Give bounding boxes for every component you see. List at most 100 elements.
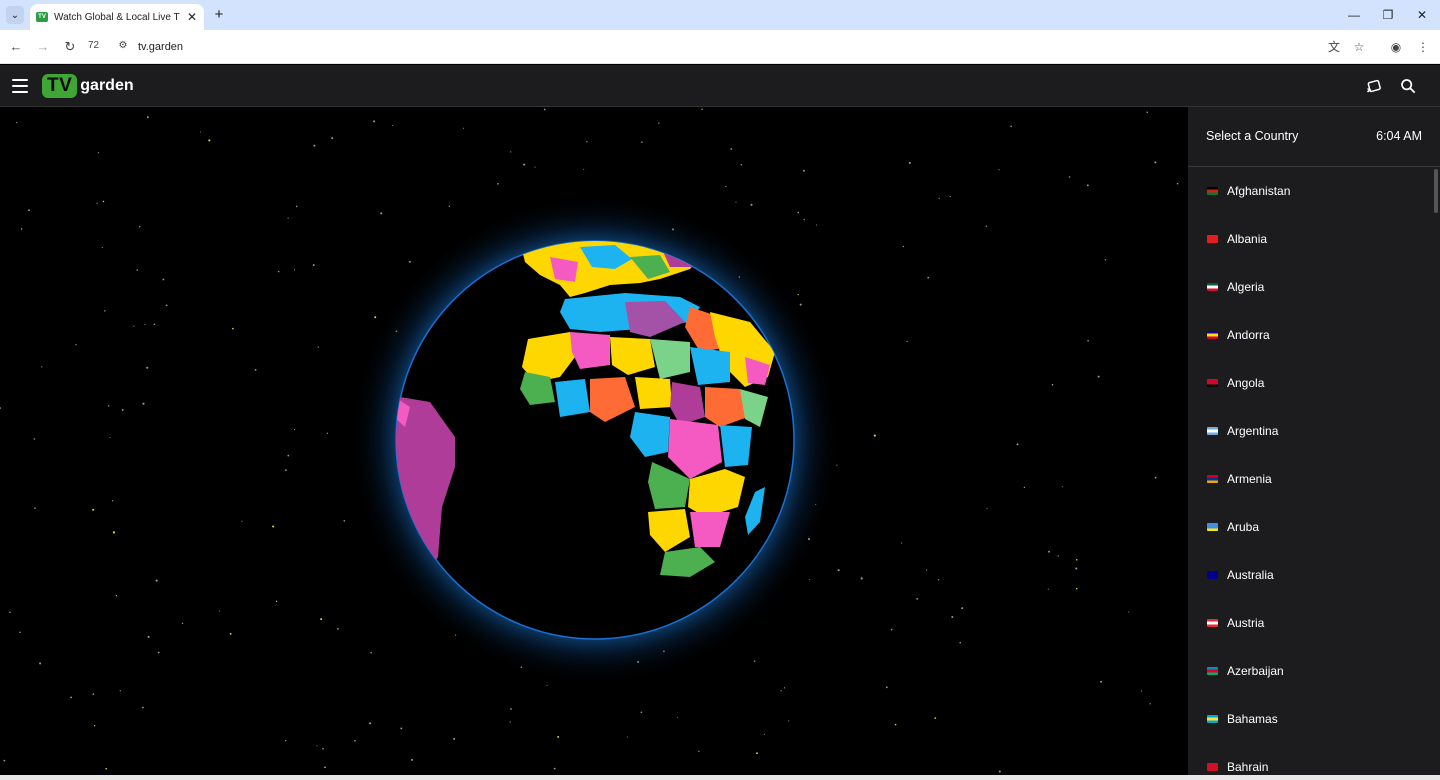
country-item[interactable]: Australia [1188, 551, 1440, 599]
country-item[interactable]: Angola [1188, 359, 1440, 407]
star [142, 402, 145, 405]
star [509, 721, 511, 723]
country-name: Argentina [1227, 424, 1279, 438]
star [1075, 567, 1078, 570]
country-name: Australia [1227, 568, 1274, 582]
star [927, 276, 930, 279]
star [112, 531, 115, 534]
zoom-level[interactable]: 72 [88, 40, 99, 51]
country-item[interactable]: Aruba [1188, 503, 1440, 551]
star [453, 737, 456, 740]
star [97, 152, 100, 154]
country-item[interactable]: Andorra [1188, 311, 1440, 359]
flag-icon [1207, 331, 1218, 339]
country-item[interactable]: Afghanistan [1188, 167, 1440, 215]
hamburger-icon[interactable] [12, 79, 28, 93]
sidebar-scrollbar[interactable] [1434, 169, 1438, 213]
star [121, 408, 124, 411]
country-item[interactable]: Armenia [1188, 455, 1440, 503]
star [370, 651, 372, 654]
logo[interactable]: TV garden [42, 74, 134, 98]
globe-canvas[interactable] [0, 107, 1188, 775]
translate-icon[interactable]: 文 [1325, 38, 1343, 56]
back-icon[interactable]: ← [7, 38, 25, 56]
star [1087, 339, 1089, 342]
star [938, 579, 940, 581]
star [448, 205, 451, 208]
browser-tab[interactable]: TV Watch Global & Local Live TV Channels… [30, 4, 204, 30]
star [153, 323, 156, 326]
forward-icon[interactable]: → [34, 38, 52, 56]
flag-icon [1207, 523, 1218, 531]
star [343, 519, 346, 522]
star [199, 131, 201, 133]
star [725, 185, 727, 188]
star [951, 616, 954, 618]
star [1100, 680, 1103, 683]
profile-icon[interactable]: ◉ [1387, 38, 1405, 56]
star [1076, 559, 1078, 561]
star [1104, 259, 1107, 261]
bookmark-star-icon[interactable]: ☆ [1350, 38, 1368, 56]
star [322, 747, 324, 750]
star [546, 684, 548, 686]
star [320, 618, 323, 621]
flag-icon [1207, 427, 1218, 435]
country-item[interactable]: Albania [1188, 215, 1440, 263]
sidebar-header: Select a Country 6:04 AM [1188, 107, 1440, 167]
flag-icon [1207, 619, 1218, 627]
country-item[interactable]: Azerbaijan [1188, 647, 1440, 695]
star [373, 120, 376, 123]
country-item[interactable]: Austria [1188, 599, 1440, 647]
star [39, 662, 42, 665]
star [312, 264, 315, 267]
star [33, 438, 36, 440]
close-tab-icon[interactable]: ✕ [186, 10, 198, 24]
star [337, 628, 339, 630]
tab-search-icon[interactable]: ⌄ [6, 6, 24, 24]
star [241, 520, 243, 522]
star [1051, 383, 1054, 386]
star [1068, 176, 1071, 178]
star [324, 766, 326, 769]
star [19, 631, 21, 633]
star [783, 687, 786, 689]
flag-icon [1207, 283, 1218, 291]
new-tab-icon[interactable]: + [210, 6, 228, 24]
reload-icon[interactable]: ↻ [61, 38, 79, 56]
country-name: Bahrain [1227, 760, 1269, 774]
globe-area[interactable] [0, 107, 1188, 775]
cast-icon[interactable] [1364, 75, 1386, 97]
country-item[interactable]: Argentina [1188, 407, 1440, 455]
browser-menu-icon[interactable]: ⋮ [1414, 38, 1432, 56]
star [287, 454, 290, 457]
country-item[interactable]: Algeria [1188, 263, 1440, 311]
close-window-icon[interactable]: ✕ [1412, 6, 1432, 24]
flag-icon [1207, 475, 1218, 483]
address-bar[interactable]: ⚙ tv.garden [108, 35, 1378, 59]
site-info-icon[interactable]: ⚙ [116, 40, 130, 54]
star [894, 723, 897, 726]
star [1023, 486, 1026, 489]
star [75, 343, 77, 346]
star [510, 151, 512, 153]
country-item[interactable]: Bahrain [1188, 743, 1440, 775]
star [753, 660, 756, 662]
star [136, 269, 138, 271]
star [658, 122, 660, 124]
search-icon[interactable] [1397, 75, 1419, 97]
url-text[interactable]: tv.garden [138, 41, 183, 53]
logo-garden: garden [80, 77, 134, 94]
star [119, 690, 121, 692]
star [908, 161, 911, 164]
country-list: Afghanistan Albania Algeria Andorra Angola Ar… [1188, 167, 1440, 775]
star [111, 500, 114, 502]
minimize-icon[interactable]: — [1344, 6, 1364, 24]
star [1061, 486, 1063, 488]
country-item[interactable]: Bahamas [1188, 695, 1440, 743]
star [1149, 703, 1151, 705]
star [890, 628, 893, 631]
star [985, 225, 988, 227]
restore-icon[interactable]: ❐ [1378, 6, 1398, 24]
star [254, 368, 257, 371]
